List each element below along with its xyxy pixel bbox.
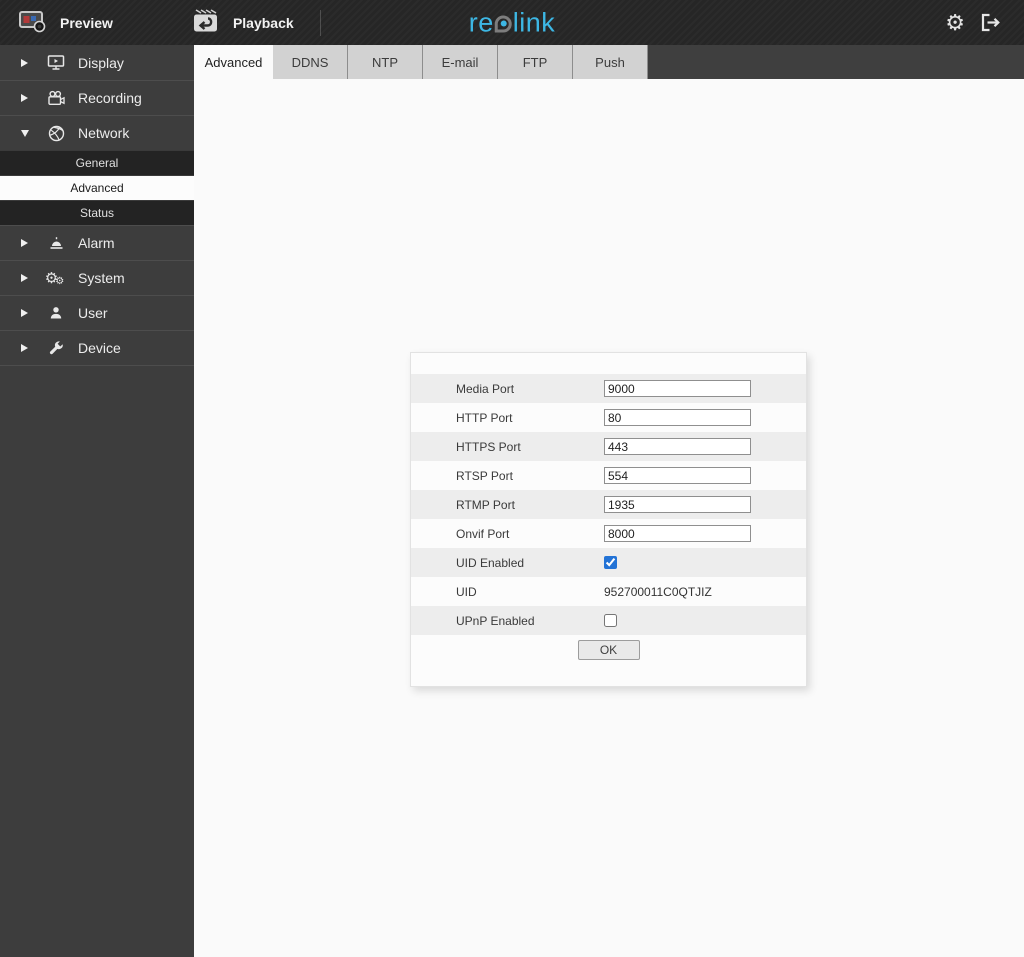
preview-label: Preview bbox=[60, 14, 113, 31]
chevron-right-icon bbox=[21, 239, 33, 247]
media-port-input[interactable] bbox=[604, 380, 751, 397]
sidebar-subitem-general[interactable]: General bbox=[0, 150, 194, 175]
upnp-enabled-checkbox[interactable] bbox=[604, 614, 617, 627]
topbar-divider bbox=[319, 9, 321, 36]
tab-label: NTP bbox=[372, 54, 398, 70]
tab-label: Push bbox=[595, 54, 625, 70]
playback-button[interactable]: Playback bbox=[171, 0, 312, 45]
chevron-right-icon bbox=[21, 344, 33, 352]
device-icon bbox=[45, 340, 67, 356]
recording-icon bbox=[45, 90, 67, 107]
https-port-input[interactable] bbox=[604, 438, 751, 455]
tab-bar-filler bbox=[648, 45, 1024, 79]
sidebar-label: User bbox=[78, 305, 108, 321]
preview-monitor-icon bbox=[18, 9, 48, 37]
sidebar-item-recording[interactable]: Recording bbox=[0, 80, 194, 115]
top-bar: Preview Playback re link ⚙ bbox=[0, 0, 1024, 45]
tab-label: E-mail bbox=[441, 54, 479, 70]
field-label: RTSP Port bbox=[456, 468, 513, 483]
field-label: HTTP Port bbox=[456, 410, 513, 425]
sidebar-label: Recording bbox=[78, 90, 142, 106]
tab-label: DDNS bbox=[291, 54, 329, 70]
sidebar-item-alarm[interactable]: Alarm bbox=[0, 225, 194, 260]
subitem-label: General bbox=[75, 156, 119, 170]
tab-push[interactable]: Push bbox=[573, 45, 648, 79]
sidebar-item-user[interactable]: User bbox=[0, 295, 194, 330]
tab-advanced[interactable]: Advanced bbox=[194, 45, 273, 79]
http-port-input[interactable] bbox=[604, 409, 751, 426]
field-label: RTMP Port bbox=[456, 497, 515, 512]
uid-value: 952700011C0QTJIZ bbox=[604, 584, 712, 599]
form-row-rtsp-port: RTSP Port bbox=[411, 461, 806, 490]
form-row-https-port: HTTPS Port bbox=[411, 432, 806, 461]
form-row-rtmp-port: RTMP Port bbox=[411, 490, 806, 519]
system-icon: ⚙ ⚙ bbox=[44, 269, 65, 287]
form-row-upnp-enabled: UPnP Enabled bbox=[411, 606, 806, 635]
sidebar-item-system[interactable]: ⚙ ⚙ System bbox=[0, 260, 194, 295]
subitem-label: Status bbox=[79, 206, 115, 220]
rtmp-port-input[interactable] bbox=[604, 496, 751, 513]
field-label: UID bbox=[456, 584, 477, 599]
chevron-right-icon bbox=[21, 58, 33, 67]
chevron-right-icon bbox=[21, 274, 33, 282]
field-label: Media Port bbox=[456, 381, 515, 396]
tab-ntp[interactable]: NTP bbox=[348, 45, 423, 79]
sidebar-item-device[interactable]: Device bbox=[0, 330, 194, 365]
logo-text-re: re bbox=[468, 7, 494, 37]
sidebar-label: Alarm bbox=[78, 235, 115, 251]
chevron-right-icon bbox=[21, 309, 33, 317]
tab-email[interactable]: E-mail bbox=[423, 45, 498, 79]
field-label: UID Enabled bbox=[456, 555, 525, 570]
content-area: Media Port HTTP Port HTTPS Port RTSP Por… bbox=[194, 79, 1024, 957]
sidebar-subitem-status[interactable]: Status bbox=[0, 200, 194, 225]
settings-gear-icon[interactable]: ⚙ bbox=[945, 11, 965, 34]
form-row-uid-enabled: UID Enabled bbox=[411, 548, 806, 577]
ok-button[interactable]: OK bbox=[577, 640, 640, 660]
sidebar-label: Network bbox=[78, 125, 130, 141]
network-icon bbox=[45, 125, 67, 142]
uid-enabled-checkbox[interactable] bbox=[604, 556, 617, 569]
playback-clapper-icon bbox=[189, 8, 221, 38]
tab-bar: Advanced DDNS NTP E-mail FTP Push bbox=[194, 45, 1024, 79]
user-icon bbox=[45, 305, 67, 321]
tab-label: Advanced bbox=[204, 54, 263, 70]
logout-icon[interactable] bbox=[979, 12, 1002, 33]
sidebar-item-display[interactable]: Display bbox=[0, 45, 194, 80]
alarm-icon bbox=[45, 235, 67, 251]
reolink-logo: re link bbox=[469, 7, 556, 38]
form-row-http-port: HTTP Port bbox=[411, 403, 806, 432]
sidebar-item-network[interactable]: Network bbox=[0, 115, 194, 150]
sidebar-label: System bbox=[78, 270, 125, 286]
form-row-media-port: Media Port bbox=[411, 374, 806, 403]
chevron-right-icon bbox=[21, 94, 33, 102]
logo-pin-icon bbox=[494, 15, 512, 32]
field-label: UPnP Enabled bbox=[456, 613, 535, 628]
playback-label: Playback bbox=[232, 14, 294, 31]
field-label: Onvif Port bbox=[456, 526, 510, 541]
display-icon bbox=[45, 54, 67, 71]
sidebar: Display Recording Network General Advanc… bbox=[0, 45, 194, 957]
field-label: HTTPS Port bbox=[456, 439, 521, 454]
tab-ddns[interactable]: DDNS bbox=[273, 45, 348, 79]
tab-label: FTP bbox=[522, 54, 548, 70]
network-advanced-panel: Media Port HTTP Port HTTPS Port RTSP Por… bbox=[410, 352, 807, 687]
sidebar-subitem-advanced[interactable]: Advanced bbox=[0, 175, 194, 200]
subitem-label: Advanced bbox=[70, 181, 124, 195]
chevron-down-icon bbox=[21, 129, 33, 137]
onvif-port-input[interactable] bbox=[604, 525, 751, 542]
form-row-onvif-port: Onvif Port bbox=[411, 519, 806, 548]
logo-text-link: link bbox=[512, 7, 556, 37]
sidebar-divider bbox=[0, 365, 194, 366]
preview-button[interactable]: Preview bbox=[0, 0, 131, 45]
form-row-uid: UID 952700011C0QTJIZ bbox=[411, 577, 806, 606]
rtsp-port-input[interactable] bbox=[604, 467, 751, 484]
sidebar-label: Device bbox=[78, 340, 121, 356]
tab-ftp[interactable]: FTP bbox=[498, 45, 573, 79]
sidebar-label: Display bbox=[78, 54, 124, 71]
